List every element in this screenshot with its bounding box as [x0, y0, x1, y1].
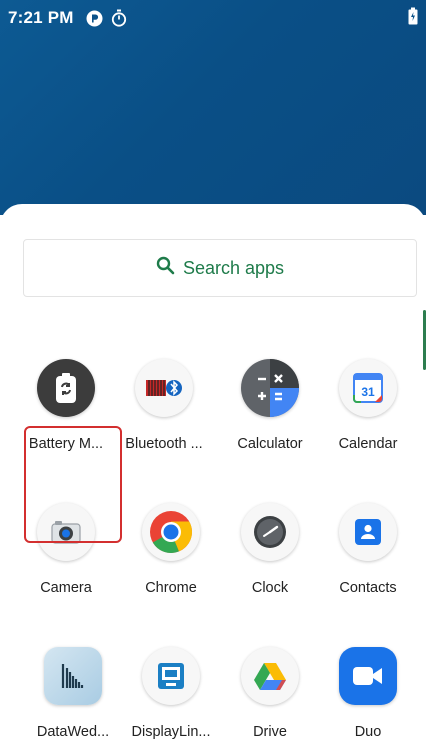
- app-datawedge[interactable]: DataWed...: [23, 646, 123, 755]
- app-calculator[interactable]: Calculator: [220, 358, 320, 478]
- calculator-icon: [241, 359, 299, 417]
- battery-manager-icon: [37, 359, 95, 417]
- app-contacts[interactable]: Contacts: [318, 502, 418, 622]
- app-label: Calculator: [237, 436, 303, 452]
- chrome-icon: [142, 503, 200, 561]
- calendar-day: 31: [361, 385, 375, 399]
- app-bluetooth-pairing[interactable]: Bluetooth ...: [114, 358, 214, 478]
- app-clock[interactable]: Clock: [220, 502, 320, 622]
- search-apps-label: Search apps: [182, 257, 285, 278]
- duo-icon: [339, 647, 397, 705]
- app-calendar[interactable]: 31 Calendar: [318, 358, 418, 478]
- app-label: Bluetooth ...: [125, 436, 203, 452]
- datawedge-icon: [44, 647, 102, 705]
- bluetooth-pairing-icon: [135, 359, 193, 417]
- data-sync-icon: [86, 10, 103, 27]
- clock-icon: [241, 503, 299, 561]
- app-label: DataWed...: [36, 724, 110, 740]
- app-label: Clock: [251, 580, 289, 596]
- drive-icon: [241, 647, 299, 705]
- app-displaylink[interactable]: DisplayLin...: [121, 646, 221, 755]
- calendar-icon: 31: [339, 359, 397, 417]
- app-drive[interactable]: Drive: [220, 646, 320, 755]
- app-label: DisplayLin...: [131, 724, 211, 740]
- app-label: Calendar: [338, 436, 398, 452]
- app-chrome[interactable]: Chrome: [121, 502, 221, 622]
- app-duo[interactable]: Duo: [318, 646, 418, 755]
- app-label: Contacts: [339, 580, 397, 596]
- displaylink-icon: [142, 647, 200, 705]
- app-label: Duo: [354, 724, 382, 740]
- app-label: Drive: [253, 724, 287, 740]
- search-icon: [156, 256, 175, 280]
- app-label: Camera: [40, 580, 92, 596]
- contacts-icon: [339, 503, 397, 561]
- app-label: Chrome: [145, 580, 197, 596]
- selection-highlight: [24, 426, 122, 543]
- status-bar: 7:21 PM: [0, 0, 426, 36]
- stopwatch-icon: [111, 9, 127, 27]
- status-time: 7:21 PM: [8, 8, 74, 27]
- battery-charging-icon: [408, 7, 418, 30]
- search-apps-field[interactable]: Search apps: [23, 239, 417, 297]
